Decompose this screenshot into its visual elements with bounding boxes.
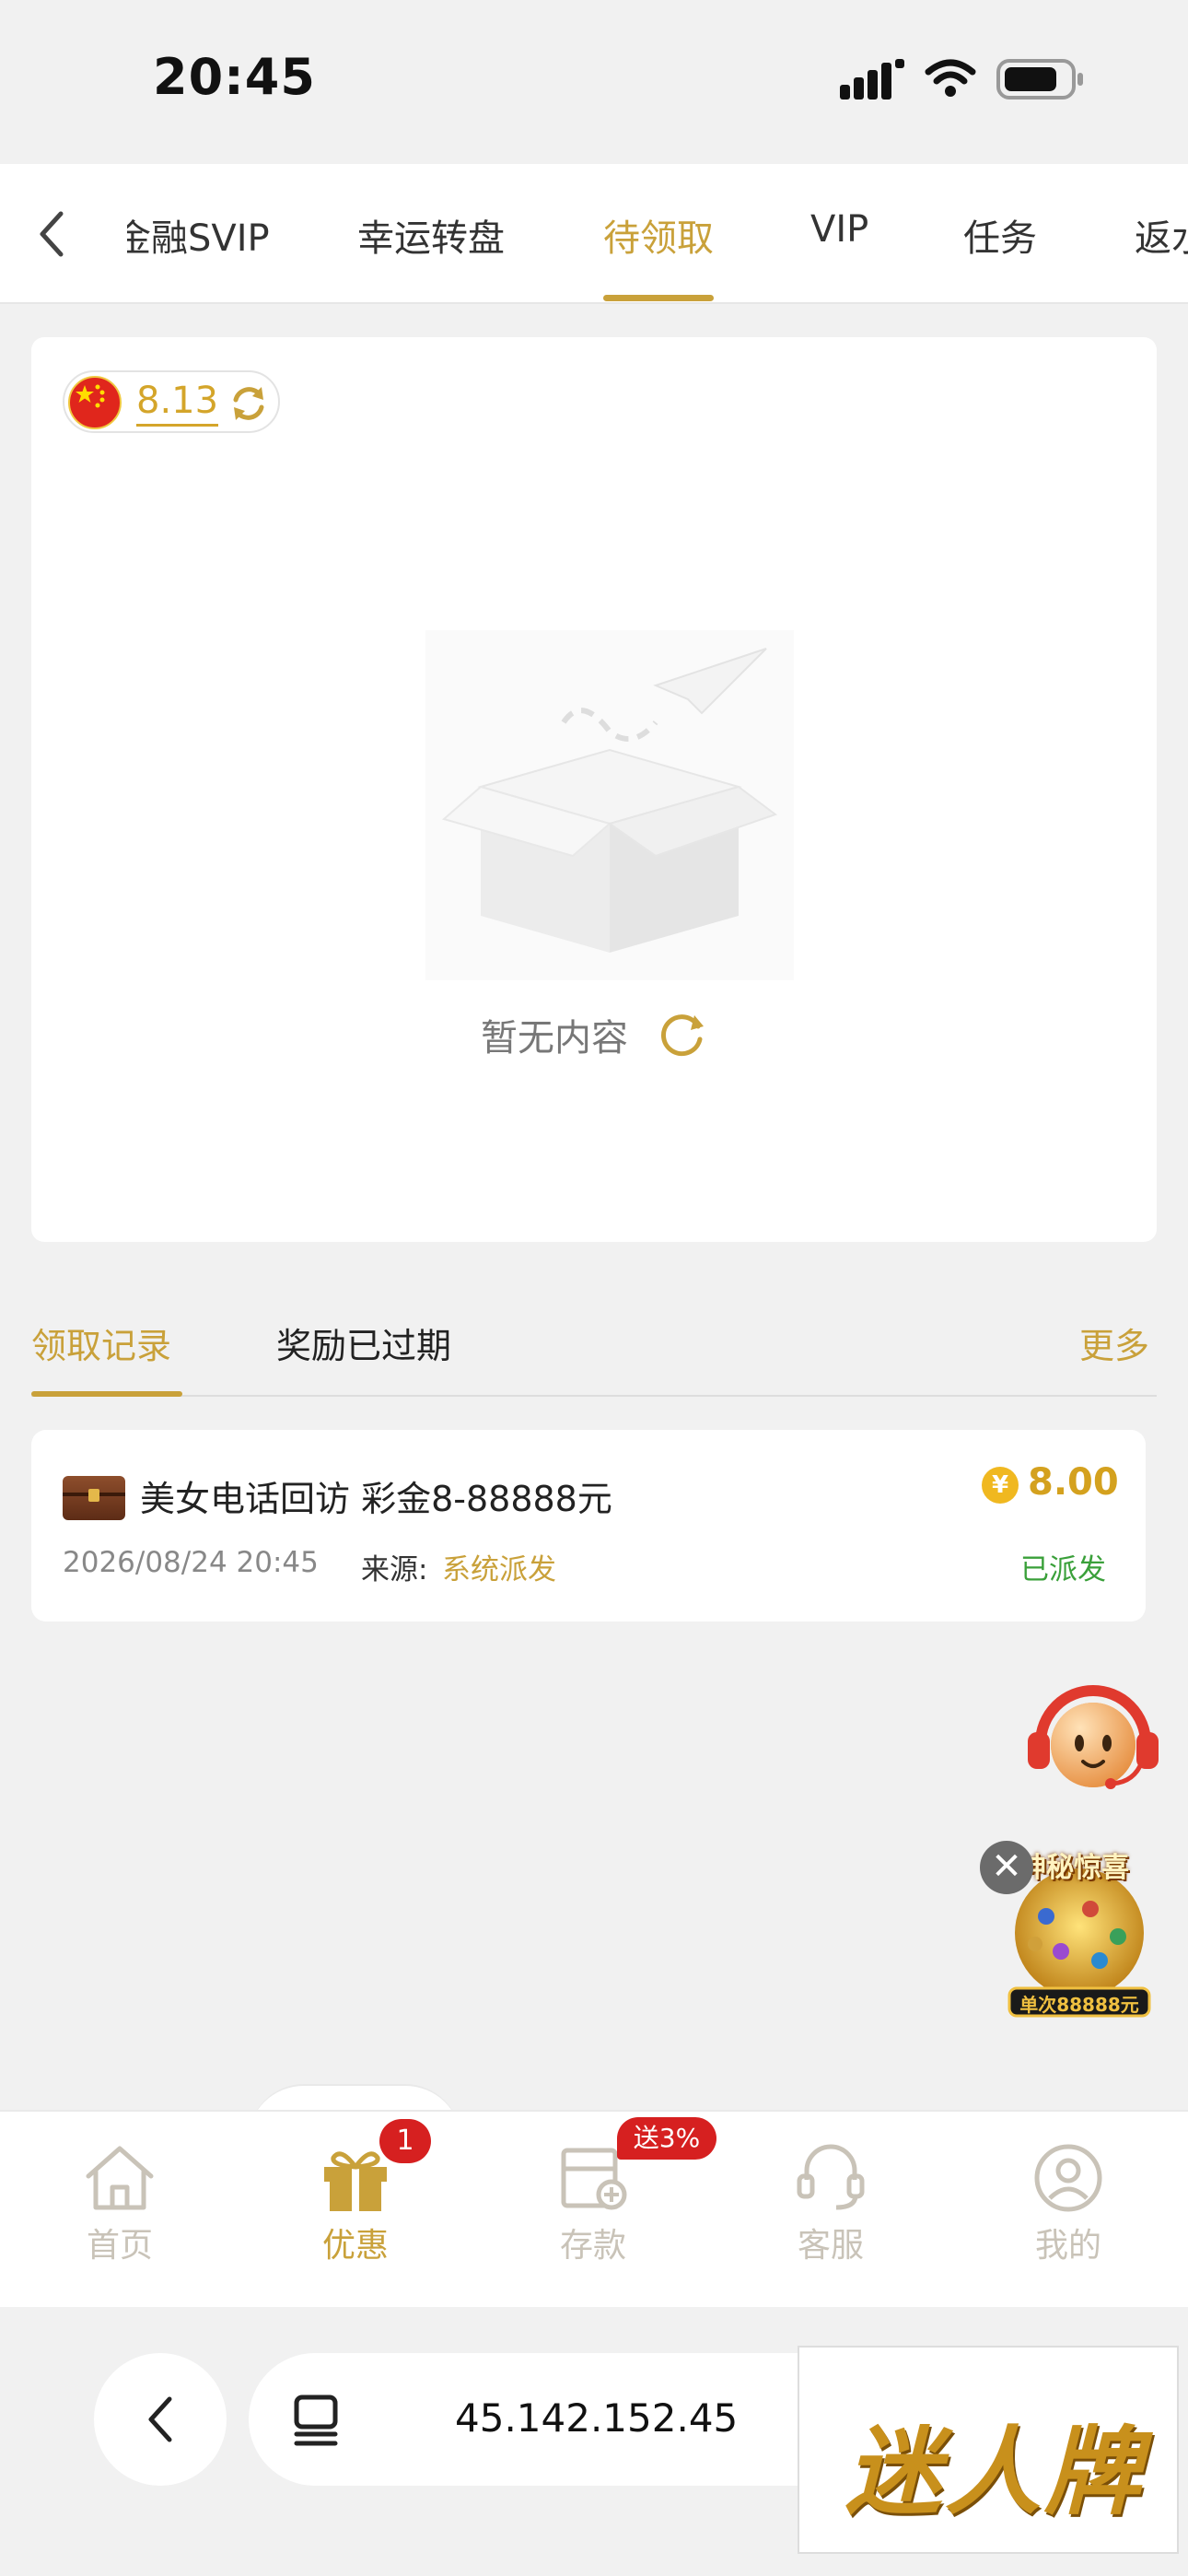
tab-expired-rewards[interactable]: 奖励已过期	[276, 1317, 451, 1368]
bottom-nav: 首页 优惠 存款 客服 我的	[0, 2110, 1188, 2307]
gift-icon	[324, 2151, 387, 2211]
yuan-coin-icon: ¥	[982, 1467, 1019, 1504]
pending-rewards-card: 8.13 暂无内容	[31, 337, 1157, 1242]
promotions-badge: 1	[379, 2119, 431, 2163]
battery-icon	[996, 59, 1083, 100]
nav-profile[interactable]: 我的	[976, 2143, 1160, 2266]
record-amount: 8.00	[1028, 1461, 1119, 1504]
tabs-icon	[294, 2395, 338, 2446]
empty-state-text: 暂无内容	[481, 1017, 628, 1060]
tab-tasks[interactable]: 任务	[963, 208, 1037, 262]
back-chevron-icon[interactable]	[35, 208, 68, 260]
browser-toolbar: 45.142.152.45 迷人牌	[0, 2307, 1188, 2576]
cellular-signal-icon	[840, 59, 904, 100]
back-arrow-icon	[148, 2396, 172, 2442]
status-bar: 20:45	[0, 0, 1188, 164]
tab-lucky-wheel[interactable]: 幸运转盘	[357, 208, 505, 262]
deposit-bonus-badge: 送3%	[617, 2117, 716, 2160]
tab-rebate[interactable]: 返水	[1135, 208, 1188, 262]
tab-svip[interactable]: 金融SVIP	[127, 208, 270, 262]
tab-vip[interactable]: VIP	[810, 208, 868, 251]
customer-service-float-button[interactable]	[1024, 1669, 1162, 1808]
tab-pending[interactable]: 待领取	[603, 208, 714, 262]
nav-promotions-label: 优惠	[321, 2227, 389, 2265]
promo-float-banner[interactable]: 神秘惊喜 单次88888元 ✕	[980, 1841, 1175, 2021]
nav-home-label: 首页	[86, 2227, 153, 2265]
promo-subtitle: 单次88888元	[1019, 1994, 1139, 2016]
home-icon	[86, 2146, 154, 2210]
balance-value: 8.13	[136, 378, 219, 427]
record-item[interactable]: 美女电话回访 彩金8-88888元 ¥ 8.00 2026/08/24 20:4…	[31, 1430, 1146, 1622]
record-time: 2026/08/24 20:45	[63, 1546, 319, 1579]
nav-deposit[interactable]: 存款	[501, 2143, 685, 2266]
promo-title: 神秘惊喜	[1019, 1852, 1129, 1884]
brand-logo: 迷人牌	[798, 2346, 1179, 2554]
divider	[31, 1395, 1157, 1397]
tab-claim-records[interactable]: 领取记录	[31, 1317, 171, 1368]
nav-promotions[interactable]: 优惠	[263, 2143, 448, 2266]
url-text: 45.142.152.45	[455, 2395, 739, 2441]
more-link[interactable]: 更多	[1079, 1317, 1149, 1368]
china-flag-icon	[68, 376, 122, 429]
brand-logo-text: 迷人牌	[845, 2415, 1145, 2528]
top-tab-bar: 金融SVIP 幸运转盘 待领取 VIP 任务 返水	[0, 164, 1188, 304]
records-tab-indicator	[31, 1391, 182, 1397]
records-tab-bar: 领取记录 奖励已过期 更多	[0, 1299, 1188, 1400]
nav-profile-label: 我的	[1034, 2227, 1101, 2265]
tab-active-indicator	[603, 295, 714, 301]
close-icon[interactable]: ✕	[980, 1841, 1033, 1894]
balance-pill[interactable]: 8.13	[63, 370, 280, 433]
record-status: 已派发	[1020, 1553, 1106, 1587]
status-time: 20:45	[153, 48, 316, 106]
record-title: 美女电话回访 彩金8-88888元	[140, 1479, 612, 1519]
nav-support-label: 客服	[797, 2227, 864, 2265]
nav-home[interactable]: 首页	[28, 2143, 212, 2266]
empty-box-illustration	[425, 630, 794, 980]
record-source: 系统派发	[442, 1553, 556, 1587]
nav-support[interactable]: 客服	[739, 2143, 923, 2266]
wifi-icon	[925, 59, 976, 97]
reload-icon[interactable]	[658, 1010, 707, 1060]
browser-back-button[interactable]	[94, 2353, 227, 2486]
headset-icon	[797, 2144, 865, 2210]
refresh-icon[interactable]	[228, 383, 269, 424]
nav-deposit-label: 存款	[559, 2227, 626, 2265]
treasure-chest-icon	[63, 1476, 125, 1520]
user-icon	[1034, 2144, 1102, 2212]
record-source-label: 来源:	[361, 1553, 428, 1587]
